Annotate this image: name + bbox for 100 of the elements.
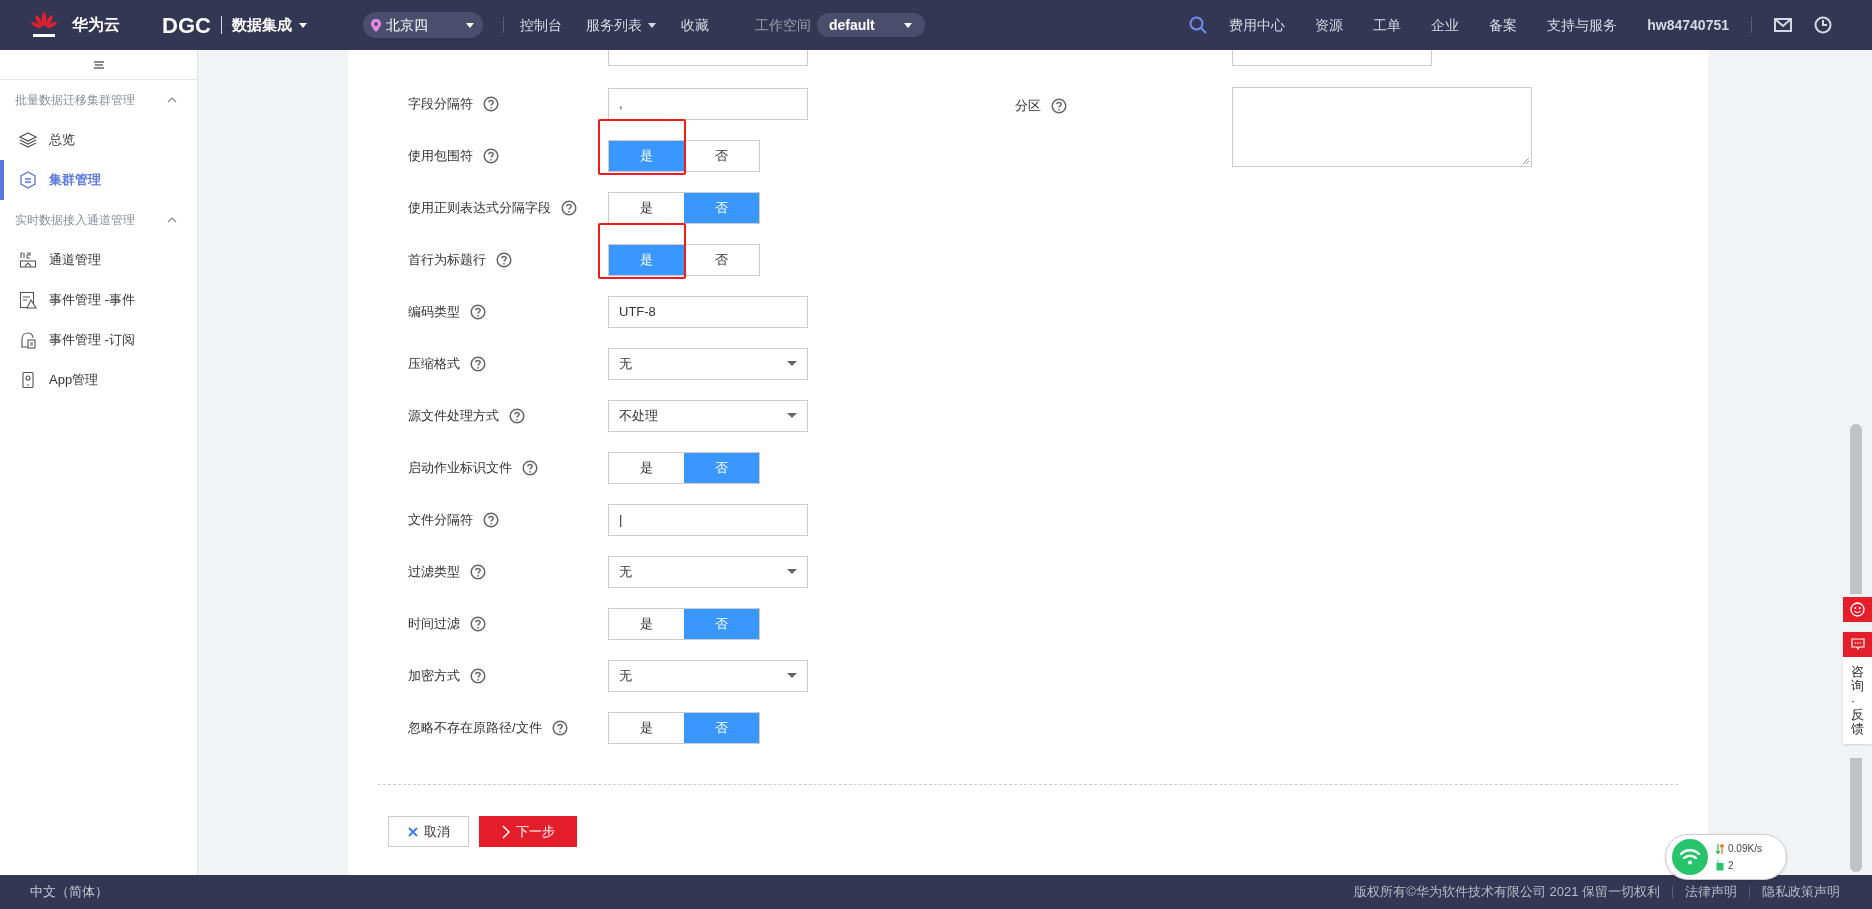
logo-icon[interactable] xyxy=(30,11,58,39)
copyright-text: 版权所有©华为软件技术有限公司 2021 保留一切权利 xyxy=(1354,883,1660,902)
device-count: 2 xyxy=(1728,859,1734,873)
sidebar-item[interactable]: 事件管理 -事件 xyxy=(0,280,197,320)
help-icon[interactable] xyxy=(483,148,499,164)
field-label: 首行为标题行 xyxy=(408,251,486,270)
footer-link[interactable]: 法律声明 xyxy=(1685,882,1737,902)
input-field[interactable]: , xyxy=(608,88,808,120)
help-icon[interactable] xyxy=(561,200,577,216)
help-icon[interactable] xyxy=(470,564,486,580)
wifi-icon xyxy=(1672,839,1708,875)
network-speed: 0.09K/s xyxy=(1728,842,1762,856)
location-pin-icon xyxy=(370,18,381,32)
nav-link[interactable]: 收藏 xyxy=(680,14,709,36)
nav-link[interactable]: 控制台 xyxy=(519,14,562,36)
clock-icon[interactable] xyxy=(1814,16,1832,34)
sidebar-item[interactable]: 总览 xyxy=(0,120,197,160)
caret-icon xyxy=(297,21,308,29)
close-icon xyxy=(407,826,418,837)
nav-link[interactable]: 服务列表 xyxy=(585,14,657,36)
hexagon-icon xyxy=(19,171,37,189)
help-icon[interactable] xyxy=(509,408,525,424)
dropdown-select[interactable]: 无 xyxy=(608,556,808,588)
feedback-label[interactable]: 咨询·反馈 xyxy=(1851,657,1864,745)
smile-icon xyxy=(1850,602,1865,617)
scrollbar-thumb[interactable] xyxy=(1850,758,1862,872)
help-icon[interactable] xyxy=(483,512,499,528)
smile-button[interactable] xyxy=(1843,597,1872,622)
field-label: 忽略不存在原路径/文件 xyxy=(408,719,542,738)
language-link[interactable]: 中文（简体） xyxy=(30,882,108,902)
mail-icon[interactable] xyxy=(1774,18,1792,32)
search-icon[interactable] xyxy=(1189,16,1208,34)
nav-link[interactable]: 工单 xyxy=(1373,14,1402,36)
caret-icon xyxy=(787,569,797,575)
brand-name[interactable]: 华为云 xyxy=(72,13,120,37)
nav-link[interactable]: 支持与服务 xyxy=(1547,14,1618,36)
field-label: 源文件处理方式 xyxy=(408,407,499,426)
chevron-right-icon xyxy=(501,824,510,839)
sidebar-item[interactable]: 通道管理 xyxy=(0,240,197,280)
nav-link[interactable]: 资源 xyxy=(1315,14,1344,36)
caret-icon xyxy=(646,21,657,29)
help-icon[interactable] xyxy=(470,356,486,372)
caret-icon xyxy=(902,21,913,29)
help-icon[interactable] xyxy=(496,252,512,268)
product-name[interactable]: DGC xyxy=(162,8,211,42)
sidebar-item[interactable]: 事件管理 -订阅 xyxy=(0,320,197,360)
field-label: 过滤类型 xyxy=(408,563,460,582)
bell-document-icon xyxy=(19,331,37,349)
help-icon[interactable] xyxy=(470,304,486,320)
field-label: 文件分隔符 xyxy=(408,511,473,530)
help-icon[interactable] xyxy=(551,720,568,736)
dropdown-select[interactable]: 不处理 xyxy=(608,400,808,432)
input-field[interactable] xyxy=(608,50,808,66)
service-menu[interactable]: 数据集成 xyxy=(231,13,308,37)
field-label: 字段分隔符 xyxy=(408,95,473,114)
field-label: 分区 xyxy=(1015,97,1041,115)
dropdown-select[interactable]: 无 xyxy=(608,348,808,380)
nav-link[interactable]: 费用中心 xyxy=(1229,14,1286,36)
footer-link[interactable]: 隐私政策声明 xyxy=(1762,882,1840,902)
field-label: 使用包围符 xyxy=(408,147,473,166)
caret-icon xyxy=(787,361,797,367)
sidebar-group-header[interactable]: 实时数据接入通道管理 xyxy=(0,200,197,240)
phone-icon xyxy=(19,371,37,389)
scrollbar-thumb[interactable] xyxy=(1850,424,1862,594)
workspace-select[interactable]: default xyxy=(816,13,925,37)
help-icon[interactable] xyxy=(483,96,499,112)
field-label: 编码类型 xyxy=(408,303,460,322)
caret-icon xyxy=(787,413,797,419)
input-field[interactable] xyxy=(1232,50,1432,66)
feedback-panel[interactable]: 咨询·反馈 xyxy=(1843,632,1872,745)
input-field[interactable]: | xyxy=(608,504,808,536)
layers-icon xyxy=(19,131,37,149)
user-name[interactable]: hw84740751 xyxy=(1647,14,1729,36)
field-label: 启动作业标识文件 xyxy=(408,459,512,478)
menu-icon[interactable] xyxy=(92,59,105,70)
help-icon[interactable] xyxy=(1051,97,1067,114)
field-label: 时间过滤 xyxy=(408,615,460,634)
dropdown-select[interactable]: 无 xyxy=(608,660,808,692)
document-warning-icon xyxy=(19,291,37,309)
field-label: 压缩格式 xyxy=(408,355,460,374)
nav-link[interactable]: 备案 xyxy=(1489,14,1518,36)
chat-icon xyxy=(1850,638,1865,651)
network-widget[interactable]: 0.09K/s 2 xyxy=(1665,834,1787,880)
cancel-button[interactable]: 取消 xyxy=(388,816,469,847)
help-icon[interactable] xyxy=(470,668,486,684)
sidebar-group-header[interactable]: 批量数据迁移集群管理 xyxy=(0,80,197,120)
caret-icon xyxy=(787,673,797,679)
help-icon[interactable] xyxy=(522,460,538,476)
workspace-label: 工作空间 xyxy=(754,15,811,35)
device-icon xyxy=(1716,860,1724,871)
help-icon[interactable] xyxy=(470,616,486,632)
sidebar-item[interactable]: App管理 xyxy=(0,360,197,400)
chevron-up-icon xyxy=(167,97,177,103)
region-select[interactable]: 北京四 xyxy=(362,12,483,38)
nav-link[interactable]: 企业 xyxy=(1431,14,1460,36)
resize-handle-icon xyxy=(1523,158,1529,164)
field-label: 使用正则表达式分隔字段 xyxy=(408,199,551,218)
input-field[interactable]: UTF-8 xyxy=(608,296,808,328)
next-button[interactable]: 下一步 xyxy=(479,816,577,847)
field-label: 加密方式 xyxy=(408,667,460,686)
